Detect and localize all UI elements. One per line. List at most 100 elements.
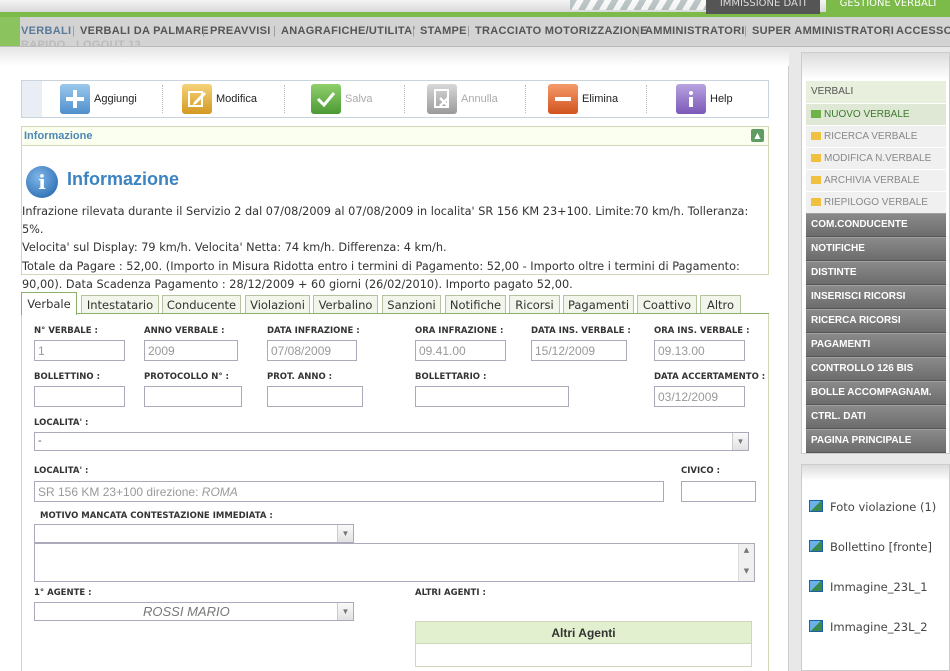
protocollo-field[interactable] bbox=[144, 386, 242, 407]
menu-item-logout[interactable]: LOGOUT 13 bbox=[76, 39, 141, 46]
sidebar-item-controllo-126-bis[interactable]: CONTROLLO 126 BIS bbox=[806, 357, 946, 381]
chevron-down-icon[interactable]: ▼ bbox=[337, 603, 353, 620]
sidebar-item-pagina-principale[interactable]: PAGINA PRINCIPALE bbox=[806, 429, 946, 453]
info-panel-header-title: Informazione bbox=[24, 130, 93, 142]
menu-item-tracciato[interactable]: TRACCIATO MOTORIZZAZIONE bbox=[475, 25, 648, 37]
elimina-button[interactable]: Elimina bbox=[548, 83, 618, 115]
civico-label: CIVICO : bbox=[681, 466, 720, 476]
sidebar-item-com-conducente[interactable]: COM.CONDUCENTE bbox=[806, 213, 946, 237]
data-ins-verbale-field[interactable]: 15/12/2009 bbox=[531, 340, 627, 361]
sidebar-item-ctrl-dati[interactable]: CTRL. DATI bbox=[806, 405, 946, 429]
anno-verbale-field[interactable]: 2009 bbox=[144, 340, 238, 361]
tab-notifiche[interactable]: Notifiche bbox=[445, 295, 506, 314]
bollettario-field[interactable] bbox=[415, 386, 569, 407]
plus-icon bbox=[60, 84, 90, 114]
localita-text-field[interactable]: SR 156 KM 23+100 direzione: ROMA bbox=[34, 481, 664, 502]
menu-item-anagrafiche[interactable]: ANAGRAFICHE/UTILITA' bbox=[281, 25, 415, 37]
ora-ins-verbale-field[interactable]: 09.13.00 bbox=[654, 340, 745, 361]
info-title: Informazione bbox=[67, 169, 180, 189]
gestione-verbali-button[interactable]: GESTIONE VERBALI bbox=[826, 0, 950, 14]
sidebar-item-nuovo-verbale[interactable]: NUOVO VERBALE bbox=[806, 103, 946, 125]
action-toolbar: Aggiungi Modifica Salva Annulla Elimina … bbox=[21, 80, 769, 118]
info-text: Infrazione rilevata durante il Servizio … bbox=[22, 203, 768, 294]
tab-verbale[interactable]: Verbale bbox=[21, 292, 77, 315]
n-verbale-label: N° VERBALE : bbox=[34, 326, 98, 336]
motivo-select[interactable]: ▼ bbox=[34, 524, 354, 543]
menu-item-verbali-palmare[interactable]: VERBALI DA PALMARE bbox=[80, 25, 209, 37]
ora-infrazione-field[interactable]: 09.41.00 bbox=[415, 340, 506, 361]
salva-button[interactable]: Salva bbox=[311, 83, 373, 115]
civico-field[interactable] bbox=[681, 481, 756, 502]
menu-item-preavvisi[interactable]: PREAVVISI bbox=[210, 25, 271, 37]
data-accertamento-label: DATA ACCERTAMENTO : bbox=[654, 372, 766, 382]
data-infrazione-field[interactable]: 07/08/2009 bbox=[267, 340, 357, 361]
help-button[interactable]: Help bbox=[676, 83, 733, 115]
attachment-link[interactable]: Immagine_23L_2 bbox=[809, 620, 928, 634]
sidebar-header-verbali: VERBALI bbox=[806, 81, 946, 103]
localita-text-value: SR 156 KM 23+100 direzione: bbox=[38, 485, 202, 499]
aggiungi-button[interactable]: Aggiungi bbox=[60, 83, 137, 115]
tab-coattivo[interactable]: Coattivo bbox=[637, 295, 697, 314]
immissione-dati-button[interactable]: IMMISSIONE DATI bbox=[706, 0, 820, 14]
menu-item-accesso[interactable]: ACCESSO bbox=[896, 25, 950, 37]
tab-intestatario[interactable]: Intestatario bbox=[81, 295, 159, 314]
tab-violazioni[interactable]: Violazioni bbox=[245, 295, 310, 314]
tab-altro[interactable]: Altro bbox=[700, 295, 741, 314]
sidebar-item-bolle-accompagnam[interactable]: BOLLE ACCOMPAGNAM. bbox=[806, 381, 946, 405]
tab-pagamenti[interactable]: Pagamenti bbox=[563, 295, 634, 314]
textarea-scrollbar[interactable]: ▲ ▼ bbox=[738, 544, 754, 581]
sidebar-item-modifica-n-verbale[interactable]: MODIFICA N.VERBALE bbox=[806, 147, 946, 169]
info-circle-icon: i bbox=[26, 166, 58, 198]
altri-agenti-label: ALTRI AGENTI : bbox=[415, 588, 486, 598]
chevron-down-icon[interactable]: ▼ bbox=[337, 525, 353, 542]
annulla-button[interactable]: Annulla bbox=[427, 83, 498, 115]
info-icon bbox=[676, 84, 706, 114]
sidebar-item-ricerca-verbale[interactable]: RICERCA VERBALE bbox=[806, 125, 946, 147]
prot-anno-field[interactable] bbox=[267, 386, 363, 407]
motivo-textarea[interactable]: ▲ ▼ bbox=[34, 543, 755, 582]
sidebar-item-distinte[interactable]: DISTINTE bbox=[806, 261, 946, 285]
sidebar-item-pagamenti[interactable]: PAGAMENTI bbox=[806, 333, 946, 357]
attachment-link[interactable]: Bollettino [fronte] bbox=[809, 540, 932, 554]
protocollo-label: PROTOCOLLO N° : bbox=[144, 372, 229, 382]
yellow-square-icon bbox=[811, 198, 821, 206]
image-icon bbox=[809, 620, 823, 632]
menu-item-verbali[interactable]: VERBALI bbox=[21, 25, 71, 37]
banner-decoration bbox=[570, 0, 710, 10]
sidebar: VERBALI NUOVO VERBALE RICERCA VERBALE MO… bbox=[801, 52, 950, 454]
n-verbale-field[interactable]: 1 bbox=[34, 340, 125, 361]
primo-agente-select[interactable]: ROSSI MARIO ▼ bbox=[34, 602, 354, 621]
yellow-square-icon bbox=[811, 132, 821, 140]
data-infrazione-label: DATA INFRAZIONE : bbox=[267, 326, 360, 336]
modifica-button[interactable]: Modifica bbox=[182, 83, 257, 115]
green-square-icon bbox=[811, 110, 821, 118]
form-tabs: Verbale Intestatario Conducente Violazio… bbox=[21, 292, 769, 315]
menu-item-rapido[interactable]: RAPIDO bbox=[21, 39, 66, 46]
sidebar-item-inserisci-ricorsi[interactable]: INSERISCI RICORSI bbox=[806, 285, 946, 309]
sidebar-item-ricerca-ricorsi[interactable]: RICERCA RICORSI bbox=[806, 309, 946, 333]
localita-text-label: LOCALITA' : bbox=[34, 466, 89, 476]
menu-item-amministratori[interactable]: AMMINISTRATORI bbox=[645, 25, 745, 37]
sidebar-item-notifiche[interactable]: NOTIFICHE bbox=[806, 237, 946, 261]
collapse-arrow-icon[interactable]: ▲ bbox=[751, 129, 764, 142]
menu-item-super-amministratori[interactable]: SUPER AMMINISTRATORI bbox=[752, 25, 894, 37]
tab-sanzioni[interactable]: Sanzioni bbox=[382, 295, 441, 314]
localita-select[interactable]: - ▼ bbox=[34, 432, 749, 451]
menu-separator: | bbox=[637, 25, 641, 37]
tab-ricorsi[interactable]: Ricorsi bbox=[509, 295, 560, 314]
tab-verbalino[interactable]: Verbalino bbox=[313, 295, 378, 314]
primo-agente-value: ROSSI MARIO bbox=[143, 604, 230, 619]
sidebar-item-archivia-verbale[interactable]: ARCHIVIA VERBALE bbox=[806, 169, 946, 191]
attachment-link[interactable]: Foto violazione (1) bbox=[809, 500, 936, 514]
tab-conducente[interactable]: Conducente bbox=[162, 295, 241, 314]
menu-separator: | bbox=[202, 25, 206, 37]
localita-select-label: LOCALITA' : bbox=[34, 418, 89, 428]
primo-agente-label: 1° AGENTE : bbox=[34, 588, 92, 598]
menu-item-stampe[interactable]: STAMPE bbox=[420, 25, 467, 37]
attachment-link[interactable]: Immagine_23L_1 bbox=[809, 580, 928, 594]
info-panel-header: Informazione ▲ bbox=[21, 126, 769, 146]
chevron-down-icon[interactable]: ▼ bbox=[732, 433, 748, 450]
sidebar-item-riepilogo-verbale[interactable]: RIEPILOGO VERBALE bbox=[806, 191, 946, 213]
data-accertamento-field[interactable]: 03/12/2009 bbox=[654, 386, 745, 407]
bollettino-field[interactable] bbox=[34, 386, 125, 407]
